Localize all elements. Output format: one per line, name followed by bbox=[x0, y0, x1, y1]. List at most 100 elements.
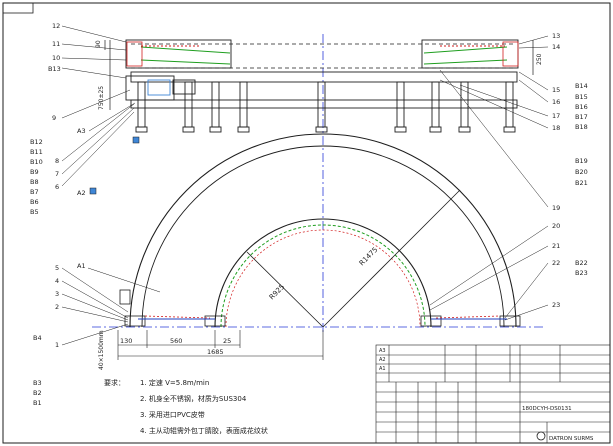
note-2: 2. 机身全不锈钢，材质为SUS304 bbox=[140, 394, 247, 403]
label-22: 22 bbox=[552, 259, 560, 267]
company-logo-icon bbox=[536, 431, 546, 441]
label-16: 16 bbox=[552, 98, 560, 106]
label-B12: B12 bbox=[30, 138, 43, 146]
label-B7: B7 bbox=[30, 188, 39, 196]
label-B14: B14 bbox=[575, 82, 588, 90]
marker-A3-box bbox=[132, 136, 140, 144]
belt-left-straight-red bbox=[144, 315, 211, 319]
label-13: 13 bbox=[552, 32, 560, 40]
left-green-belt-2 bbox=[140, 59, 231, 65]
label-B20: B20 bbox=[575, 168, 588, 176]
dim-left-height: 750±25 bbox=[98, 86, 105, 110]
label-17: 17 bbox=[552, 112, 560, 120]
right-green-belt-2 bbox=[423, 59, 508, 65]
frame-corner-box bbox=[2, 2, 34, 14]
note-4: 4. 主从动辊需外包丁腈胶，表面成花纹状 bbox=[140, 426, 268, 435]
outer-arc bbox=[129, 133, 517, 328]
label-8: 8 bbox=[55, 157, 59, 165]
label-B17: B17 bbox=[575, 113, 588, 121]
motor-plan bbox=[119, 289, 131, 305]
label-B10: B10 bbox=[30, 158, 43, 166]
frame-legs bbox=[135, 81, 516, 133]
cad-drawing-window: 12 11 10 B13 9 A3 B12 B11 B10 B9 B8 B7 B… bbox=[0, 0, 613, 446]
title-block-text: A3 A2 A1 180DCYH-DS0131 DATRON SURMS bbox=[379, 348, 594, 442]
label-B9: B9 bbox=[30, 168, 39, 176]
frame-top-beam bbox=[130, 71, 518, 83]
left-roller bbox=[126, 41, 143, 67]
right-green-belt bbox=[423, 46, 508, 54]
label-B18: B18 bbox=[575, 123, 588, 131]
label-B2: B2 bbox=[33, 389, 42, 397]
label-9: 9 bbox=[52, 114, 56, 122]
left-label-text: 12 11 10 B13 9 A3 B12 B11 B10 B9 B8 B7 B… bbox=[30, 22, 86, 216]
end-right-outer bbox=[499, 315, 521, 327]
dim-top-small: 90 bbox=[95, 40, 102, 48]
label-15: 15 bbox=[552, 86, 560, 94]
tb-row-a2: A2 bbox=[379, 357, 386, 363]
label-2: 2 bbox=[55, 303, 59, 311]
label-B19: B19 bbox=[575, 157, 588, 165]
technical-notes: 要求： 1. 定速 V=5.8m/min 2. 机身全不锈钢，材质为SUS304… bbox=[104, 378, 268, 435]
label-21: 21 bbox=[552, 242, 560, 250]
right-roller bbox=[502, 41, 519, 67]
label-14: 14 bbox=[552, 43, 560, 51]
frame-lower-beam bbox=[130, 99, 518, 109]
label-B21: B21 bbox=[575, 179, 588, 187]
label-A2: A2 bbox=[77, 189, 86, 197]
plan-view bbox=[92, 133, 545, 328]
right-callouts bbox=[429, 35, 549, 321]
label-B4: B4 bbox=[33, 334, 42, 342]
label-20: 20 bbox=[552, 222, 560, 230]
label-5: 5 bbox=[55, 264, 59, 272]
label-6: 6 bbox=[55, 183, 59, 191]
label-3: 3 bbox=[55, 290, 59, 298]
label-B23: B23 bbox=[575, 269, 588, 277]
dim-25: 25 bbox=[223, 337, 231, 345]
label-10: 10 bbox=[52, 54, 60, 62]
label-B16: B16 bbox=[575, 103, 588, 111]
label-1: 1 bbox=[55, 341, 59, 349]
lower-left-callouts bbox=[61, 267, 161, 346]
label-B15: B15 bbox=[575, 93, 588, 101]
label-B8: B8 bbox=[30, 178, 39, 186]
label-23: 23 bbox=[552, 301, 560, 309]
label-B1: B1 bbox=[33, 399, 42, 407]
tb-logo-text: DATRON SURMS bbox=[549, 436, 594, 442]
marker-A2-box bbox=[89, 187, 97, 195]
right-label-text: 13 14 15 16 17 18 19 20 21 22 23 B14 B15… bbox=[552, 32, 588, 309]
cad-drawing-svg: 12 11 10 B13 9 A3 B12 B11 B10 B9 B8 B7 B… bbox=[2, 2, 611, 444]
label-18: 18 bbox=[552, 124, 560, 132]
label-A1: A1 bbox=[77, 262, 86, 270]
left-green-belt bbox=[140, 46, 231, 54]
dim-r925: R925 bbox=[268, 283, 287, 302]
tb-row-a1: A1 bbox=[379, 366, 386, 372]
note-3: 3. 采用进口PVC皮带 bbox=[140, 410, 205, 419]
tb-row-a3: A3 bbox=[379, 348, 386, 354]
note-1: 1. 定速 V=5.8m/min bbox=[140, 378, 209, 387]
label-A3: A3 bbox=[77, 127, 86, 135]
label-7: 7 bbox=[55, 170, 59, 178]
notes-title: 要求： bbox=[104, 378, 125, 387]
dim-1685: 1685 bbox=[207, 348, 224, 356]
radius-line-r1475 bbox=[322, 189, 461, 328]
lower-left-label-text: 5 4 3 2 1 B4 B3 B2 B1 A1 bbox=[33, 262, 86, 407]
dim-r1475: R1475 bbox=[358, 246, 380, 268]
label-12: 12 bbox=[52, 22, 60, 30]
title-block bbox=[375, 344, 611, 444]
label-B11: B11 bbox=[30, 148, 43, 156]
frame-border bbox=[2, 2, 611, 444]
label-11: 11 bbox=[52, 40, 60, 48]
label-B22: B22 bbox=[575, 259, 588, 267]
dim-560: 560 bbox=[170, 337, 182, 345]
label-4: 4 bbox=[55, 277, 59, 285]
belt-right-straight-red bbox=[435, 315, 501, 319]
label-19: 19 bbox=[552, 204, 560, 212]
side-view bbox=[104, 34, 534, 332]
dim-left-bottom: 40×1500mm bbox=[98, 330, 105, 370]
label-B5: B5 bbox=[30, 208, 39, 216]
tb-drawing-code: 180DCYH-DS0131 bbox=[522, 406, 572, 412]
dim-130: 130 bbox=[120, 337, 132, 345]
label-B13: B13 bbox=[48, 65, 61, 73]
label-B3: B3 bbox=[33, 379, 42, 387]
label-B6: B6 bbox=[30, 198, 39, 206]
